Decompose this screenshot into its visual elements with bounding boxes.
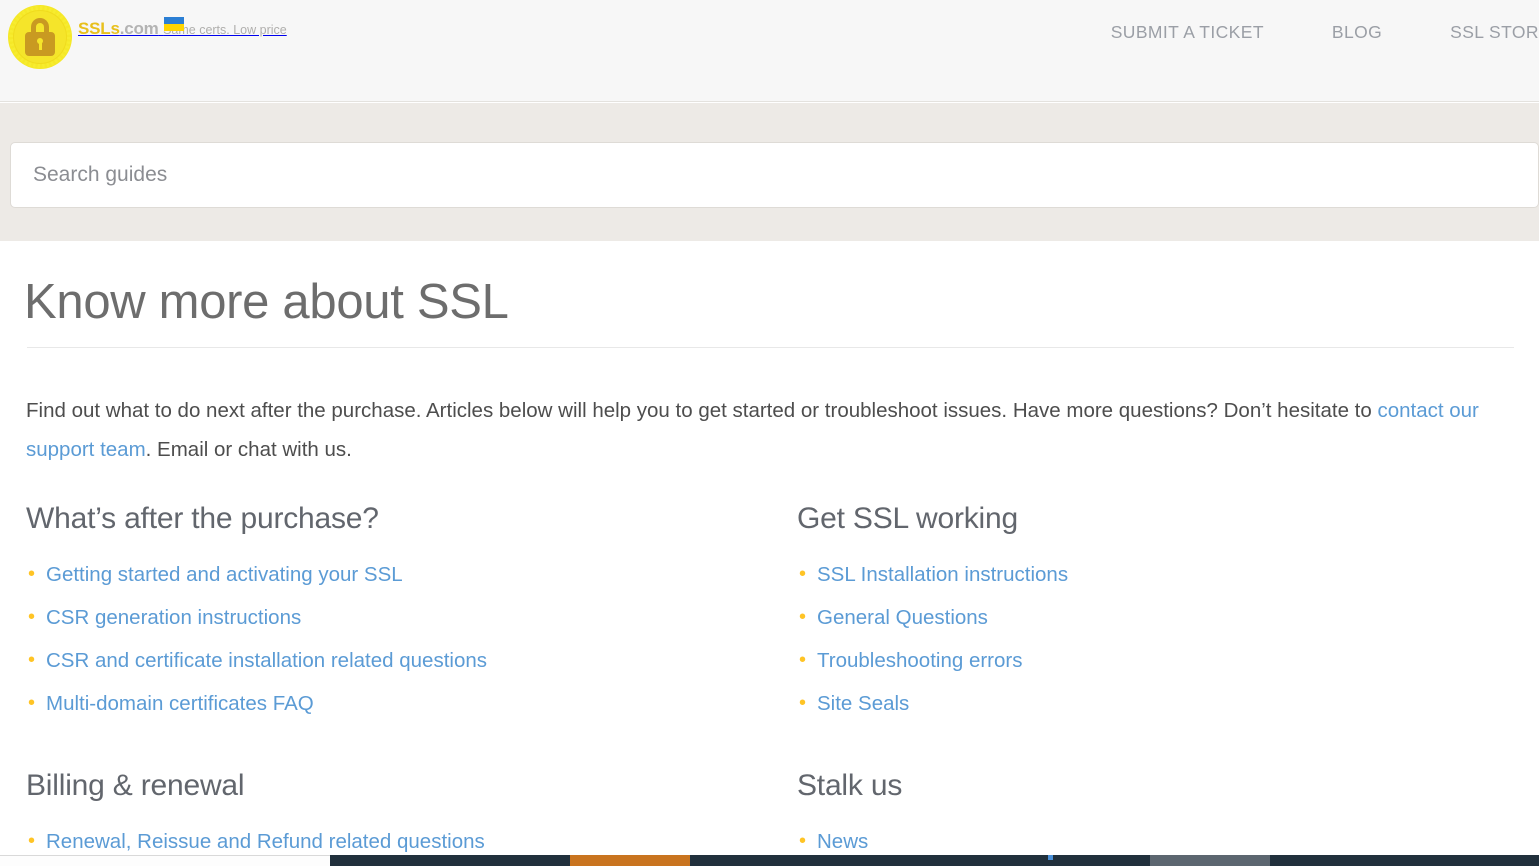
right-column: Get SSL working SSL Installation instruc… [797, 499, 1497, 863]
section-title-billing-and-renewal: Billing & renewal [26, 769, 245, 802]
link-list-whats-after-the-purchase: Getting started and activating your SSL … [26, 553, 766, 725]
taskbar-indicator-dot [1048, 855, 1053, 860]
intro-paragraph: Find out what to do next after the purch… [26, 391, 1518, 469]
guide-link-getting-started[interactable]: Getting started and activating your SSL [46, 563, 403, 586]
padlock-seal-icon [8, 5, 72, 69]
guide-link-troubleshooting-errors[interactable]: Troubleshooting errors [817, 649, 1022, 672]
list-item: SSL Installation instructions [797, 553, 1497, 596]
intro-text-part1: Find out what to do next after the purch… [26, 399, 1378, 422]
nav-link-blog[interactable]: BLOG [1332, 22, 1382, 43]
brand-wordmark: SSLs.com Same certs. Low price [78, 5, 287, 39]
list-item: Site Seals [797, 682, 1497, 725]
guide-link-site-seals[interactable]: Site Seals [817, 692, 909, 715]
guide-link-ssl-installation[interactable]: SSL Installation instructions [817, 563, 1068, 586]
page-title: Know more about SSL [24, 275, 509, 329]
search-bar-section [0, 103, 1539, 241]
guide-link-news[interactable]: News [817, 830, 868, 853]
taskbar-segment-left [0, 855, 330, 866]
guide-link-general-questions[interactable]: General Questions [817, 606, 988, 629]
section-title-stalk-us: Stalk us [797, 769, 903, 802]
main-content: Know more about SSL Find out what to do … [0, 241, 1539, 866]
taskbar-segment-dark-1 [330, 855, 570, 866]
left-column: What’s after the purchase? Getting start… [26, 499, 766, 863]
list-item: Multi-domain certificates FAQ [26, 682, 766, 725]
guide-link-renewal-reissue-refund[interactable]: Renewal, Reissue and Refund related ques… [46, 830, 485, 853]
nav-link-submit-a-ticket[interactable]: SUBMIT A TICKET [1111, 22, 1264, 43]
site-header: SSLs.com Same certs. Low price SUBMIT A … [0, 0, 1539, 102]
link-list-get-ssl-working: SSL Installation instructions General Qu… [797, 553, 1497, 725]
guide-link-csr-generation[interactable]: CSR generation instructions [46, 606, 301, 629]
taskbar-segment-active[interactable] [570, 855, 690, 866]
brand-name-primary: SSLs [78, 19, 120, 38]
list-item: CSR generation instructions [26, 596, 766, 639]
guide-link-multi-domain-faq[interactable]: Multi-domain certificates FAQ [46, 692, 314, 715]
taskbar-segment-dark-3 [1270, 855, 1539, 866]
section-title-whats-after-the-purchase: What’s after the purchase? [26, 502, 379, 535]
brand-logo-link[interactable]: SSLs.com Same certs. Low price [8, 5, 287, 69]
brand-name-suffix: .com [119, 19, 159, 38]
taskbar-segment-dark-2 [690, 855, 1150, 866]
nav-link-ssl-store[interactable]: SSL STORE [1450, 22, 1539, 43]
search-input[interactable] [10, 142, 1539, 208]
ukraine-flag-icon [164, 17, 184, 31]
list-item: Troubleshooting errors [797, 639, 1497, 682]
main-nav: SUBMIT A TICKET BLOG SSL STORE [1111, 22, 1539, 43]
intro-text-part2: . Email or chat with us. [145, 438, 352, 461]
list-item: General Questions [797, 596, 1497, 639]
os-taskbar-sliver[interactable] [0, 855, 1539, 866]
section-title-get-ssl-working: Get SSL working [797, 502, 1018, 535]
list-item: CSR and certificate installation related… [26, 639, 766, 682]
title-divider [27, 347, 1514, 348]
brand-name: SSLs.com [78, 19, 159, 38]
taskbar-segment-window[interactable] [1150, 855, 1270, 866]
guide-link-csr-and-cert-installation[interactable]: CSR and certificate installation related… [46, 649, 487, 672]
list-item: Getting started and activating your SSL [26, 553, 766, 596]
